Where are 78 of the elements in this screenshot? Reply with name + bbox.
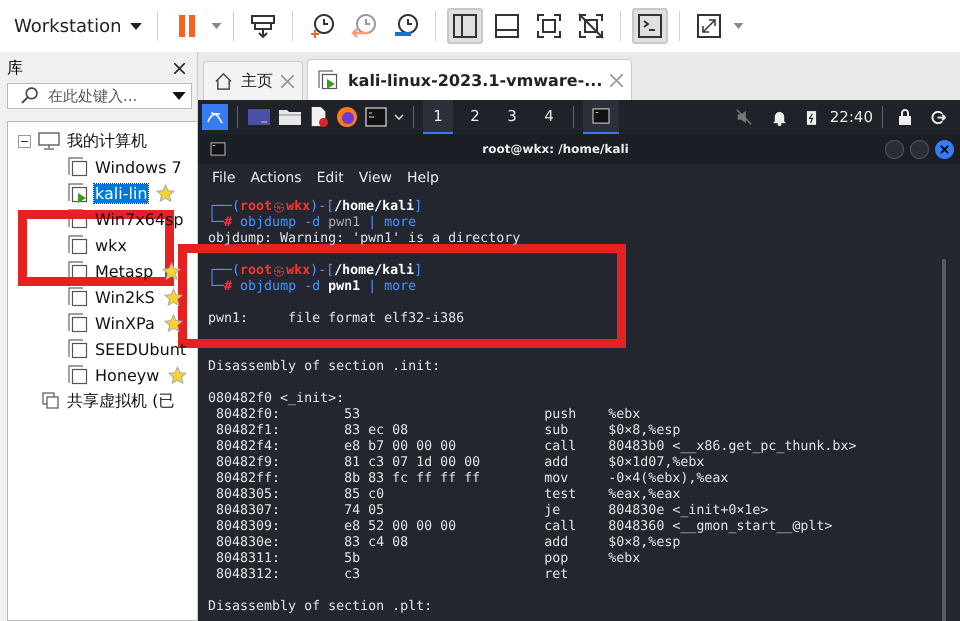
tab[interactable]: 主页	[203, 61, 303, 100]
prompt-line: ┌──(root㉿wkx)-[/home/kali]	[208, 199, 424, 214]
operand-text: %ebx	[608, 551, 640, 566]
search-field[interactable]: 在此处键入...	[7, 83, 192, 109]
operand-text: -0×4(%ebx),%eax	[608, 471, 728, 486]
window-title: root@wkx: /home/kali	[481, 142, 630, 156]
operand-text: 80483b0 <__x86.get_pc_thunk.bx>	[608, 439, 856, 454]
operand-text: $0×8,%esp	[608, 535, 680, 550]
tab[interactable]: kali-linux-2023.1-vmware-...	[307, 59, 632, 100]
address-text: 80482f0:	[215, 407, 282, 423]
prompt-line: └─# objdump -d pwn1 | more	[208, 215, 418, 231]
operand-text: 8048360 <__gmon_start__@plt>	[608, 519, 832, 534]
operand-text: 804830e <_init+0×1e>	[608, 503, 768, 518]
workspace-button[interactable]: 3	[497, 100, 527, 134]
vm-item[interactable]: wkx	[94, 236, 128, 254]
bytes-text: 83 ec 08	[344, 423, 410, 439]
prompt-line: ┌──(root㉿wkx)-[/home/kali]	[208, 263, 424, 278]
operand-text: $0×8,%esp	[608, 423, 680, 438]
bytes-text: e8 b7 00 00 00	[344, 439, 458, 455]
bytes-text: 81 c3 07 1d 00 00	[344, 455, 482, 471]
address-text: 8048309:	[215, 519, 282, 535]
vm-item[interactable]: Metasp	[94, 262, 154, 280]
address-text: 804830e:	[215, 535, 282, 551]
output-line: Disassembly of section .init:	[208, 359, 442, 375]
operand-text: %ebx	[608, 407, 640, 422]
workspace-button[interactable]: 1	[423, 100, 453, 134]
address-text: 80482ff:	[215, 471, 282, 487]
workspace-button[interactable]: 4	[534, 100, 564, 134]
instruction-text: test	[544, 487, 578, 503]
output-line: Disassembly of section .plt:	[208, 599, 434, 615]
bytes-text: c3	[344, 567, 362, 583]
address-text: 80482f9:	[215, 455, 282, 471]
vm-item[interactable]: SEEDUbunt	[94, 340, 188, 358]
bytes-text: 83 c4 08	[344, 535, 410, 551]
vm-item[interactable]: kali-lin	[94, 184, 148, 202]
operand-text: $0×1d07,%ebx	[608, 455, 704, 470]
vm-item[interactable]: Honeyw	[94, 366, 160, 384]
output-line: objdump: Warning: 'pwn1' is a directory	[208, 231, 522, 247]
vm-item[interactable]: WinXPa	[94, 314, 156, 332]
instruction-text: je	[544, 503, 562, 519]
instruction-text: call	[544, 519, 578, 535]
address-text: 80482f4:	[215, 439, 282, 455]
workspace-button[interactable]: 2	[460, 100, 490, 134]
tree-item[interactable]: 共享虚拟机 (已	[67, 390, 174, 412]
bytes-text: 5b	[344, 551, 362, 567]
menu-item[interactable]: Help	[406, 170, 439, 186]
output-line: 080482f0 <_init>:	[208, 391, 346, 407]
address-text: 8048305:	[215, 487, 282, 503]
bytes-text: 8b 83 fc ff ff ff	[344, 471, 482, 487]
menu-item[interactable]: Actions	[250, 170, 302, 186]
instruction-text: sub	[544, 423, 570, 439]
menu-item[interactable]: File	[212, 170, 236, 186]
instruction-text: mov	[544, 471, 570, 487]
tree-item[interactable]: 我的计算机	[67, 130, 147, 152]
address-text: 8048307:	[215, 503, 282, 519]
prompt-line: └─# objdump -d pwn1 | more	[208, 279, 418, 295]
workstation-menu[interactable]: Workstation	[10, 12, 146, 40]
address-text: 8048311:	[215, 551, 282, 567]
bytes-text: 53	[344, 407, 362, 423]
instruction-text: pop	[544, 551, 570, 567]
address-text: 80482f1:	[215, 423, 282, 439]
vm-item[interactable]: Windows 7	[94, 158, 183, 176]
clock[interactable]: 22:40	[830, 108, 873, 126]
instruction-text: push	[544, 407, 578, 423]
library-title: 库	[7, 58, 23, 79]
bytes-text: 85 c0	[344, 487, 386, 503]
menu-item[interactable]: Edit	[316, 170, 344, 186]
vm-item[interactable]: Win2kS	[94, 288, 156, 306]
output-line: pwn1: file format elf32-i386	[208, 311, 466, 327]
menu-item[interactable]: View	[358, 170, 392, 186]
instruction-text: add	[544, 535, 570, 551]
operand-text: %eax,%eax	[608, 487, 680, 502]
address-text: 8048312:	[215, 567, 282, 583]
instruction-text: add	[544, 455, 570, 471]
instruction-text: ret	[544, 567, 570, 583]
bytes-text: 74 05	[344, 503, 386, 519]
bytes-text: e8 52 00 00 00	[344, 519, 458, 535]
instruction-text: call	[544, 439, 578, 455]
